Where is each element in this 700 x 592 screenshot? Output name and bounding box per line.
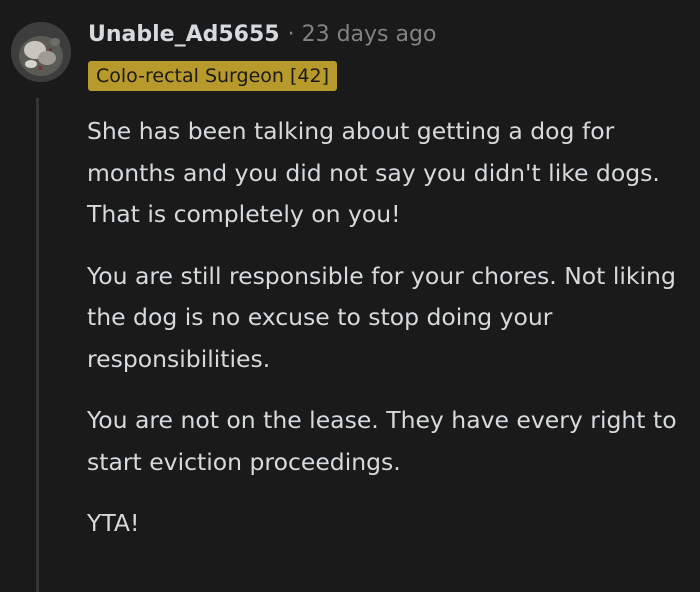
- comment-paragraph: She has been talking about getting a dog…: [87, 117, 660, 228]
- user-flair: Colo-rectal Surgeon [42]: [88, 61, 337, 91]
- thread-collapse-line[interactable]: [36, 98, 39, 592]
- timestamp-link[interactable]: 23 days ago: [302, 22, 437, 47]
- avatar[interactable]: [11, 22, 71, 82]
- meta-separator: ·: [287, 21, 295, 47]
- comment: Unable_Ad5655 · 23 days ago Colo-rectal …: [0, 0, 700, 592]
- comment-body: She has been talking about getting a dog…: [87, 111, 687, 565]
- comment-paragraph: You are still responsible for your chore…: [87, 261, 676, 373]
- avatar-image: [11, 22, 71, 82]
- comment-paragraph: You are not on the lease. They have ever…: [87, 406, 677, 476]
- username-link[interactable]: Unable_Ad5655: [88, 22, 280, 47]
- comment-paragraph: YTA!: [87, 509, 140, 537]
- comment-meta: Unable_Ad5655 · 23 days ago: [88, 16, 436, 52]
